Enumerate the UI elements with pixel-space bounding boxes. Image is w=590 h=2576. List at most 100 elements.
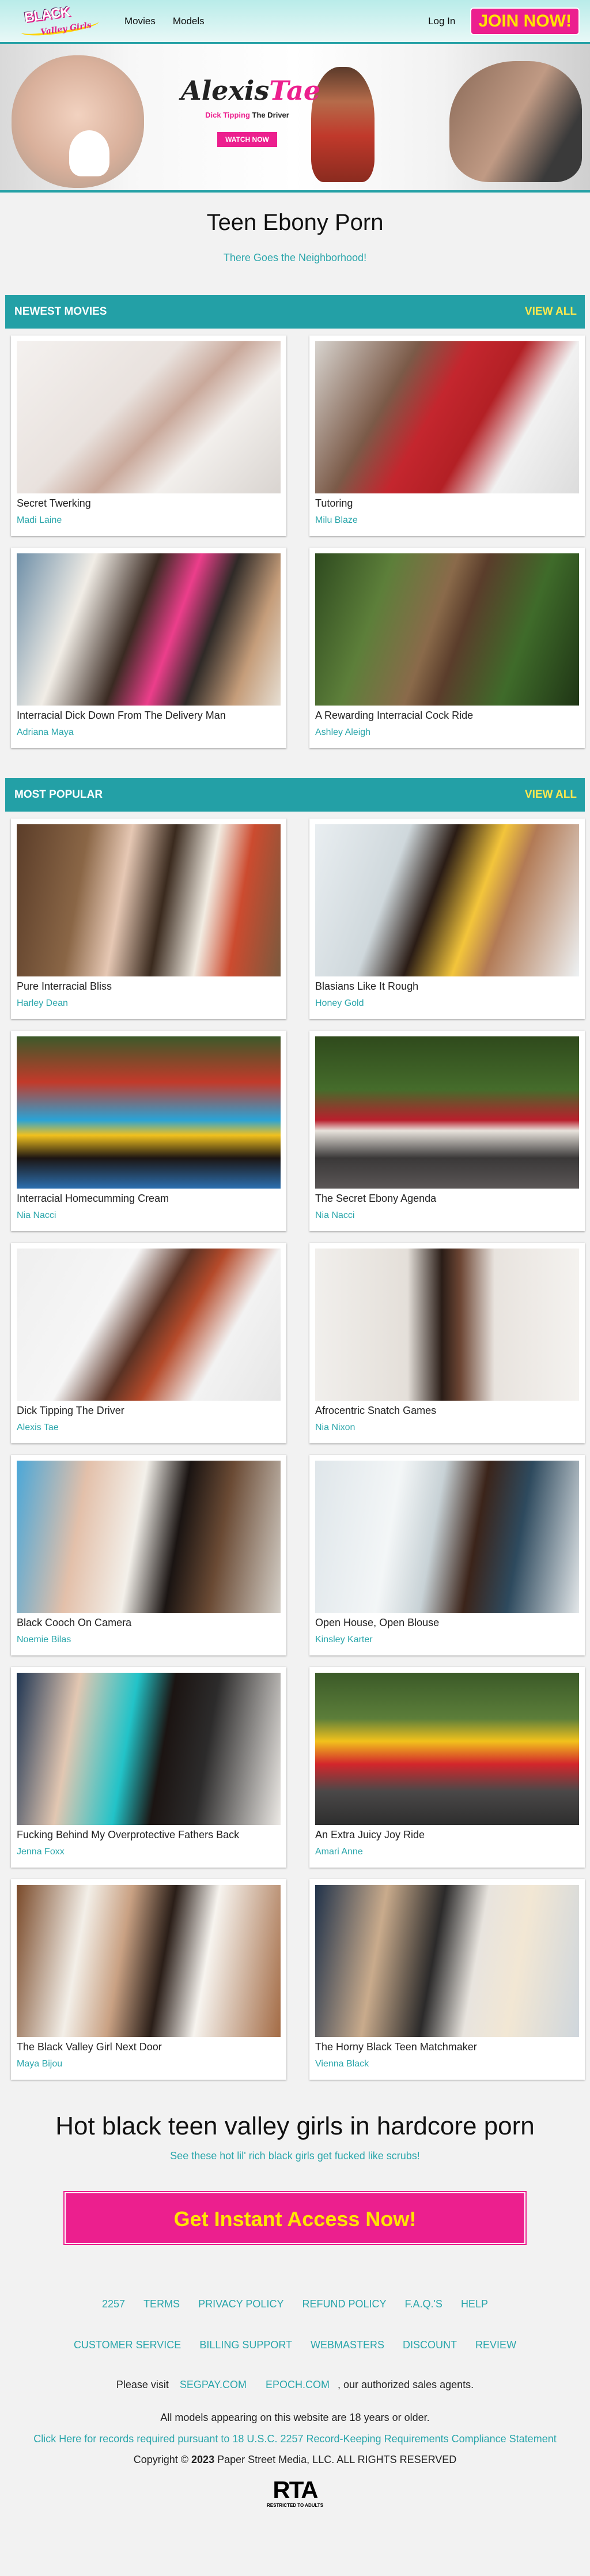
login-link[interactable]: Log In (428, 16, 455, 27)
segpay-link[interactable]: SEGPAY.COM (172, 2379, 255, 2390)
footer-link[interactable]: DISCOUNT (394, 2339, 466, 2351)
movie-card[interactable]: Afrocentric Snatch Games Nia Nixon (309, 1243, 585, 1443)
movie-thumbnail[interactable] (17, 1885, 281, 2037)
movie-thumbnail[interactable] (315, 1461, 579, 1613)
site-logo[interactable]: BLACK Valley Girls (20, 3, 101, 39)
nav-movies[interactable]: Movies (124, 16, 156, 27)
movie-card[interactable]: Black Cooch On Camera Noemie Bilas (11, 1455, 286, 1655)
footer-link[interactable]: REFUND POLICY (293, 2298, 395, 2310)
movie-model-link[interactable]: Amari Anne (315, 1847, 579, 1857)
join-now-button[interactable]: JOIN NOW! (470, 7, 580, 35)
footer-link[interactable]: CUSTOMER SERVICE (65, 2339, 190, 2351)
footer-link[interactable]: F.A.Q.'S (395, 2298, 451, 2310)
movie-model-link[interactable]: Maya Bijou (17, 2059, 281, 2069)
footer-link[interactable]: PRIVACY POLICY (189, 2298, 293, 2310)
movie-thumbnail[interactable] (17, 1036, 281, 1189)
movie-thumbnail[interactable] (17, 1673, 281, 1825)
hero-name-first: Alexis (181, 75, 270, 106)
movie-thumbnail[interactable] (17, 553, 281, 706)
footer-link[interactable]: TERMS (134, 2298, 189, 2310)
movie-model-link[interactable]: Adriana Maya (17, 727, 281, 738)
movie-card[interactable]: Dick Tipping The Driver Alexis Tae (11, 1243, 286, 1443)
most-popular-section: MOST POPULAR VIEW ALL Pure Interracial B… (5, 778, 585, 2084)
movie-title[interactable]: Interracial Homecumming Cream (17, 1192, 281, 1205)
movie-title[interactable]: Dick Tipping The Driver (17, 1404, 281, 1417)
hero-watch-now-button[interactable]: WATCH NOW (217, 132, 277, 147)
movie-card[interactable]: A Rewarding Interracial Cock Ride Ashley … (309, 548, 585, 748)
view-all-link[interactable]: VIEW ALL (525, 789, 577, 801)
copyright-year: 2023 (191, 2454, 215, 2465)
movie-title[interactable]: The Black Valley Girl Next Door (17, 2041, 281, 2053)
view-all-link[interactable]: VIEW ALL (525, 306, 577, 318)
movie-model-link[interactable]: Alexis Tae (17, 1423, 281, 1433)
movie-thumbnail[interactable] (315, 824, 579, 976)
movie-thumbnail[interactable] (315, 553, 579, 706)
movie-model-link[interactable]: Noemie Bilas (17, 1635, 281, 1645)
movie-title[interactable]: A Rewarding Interracial Cock Ride (315, 709, 579, 722)
movie-card[interactable]: Fucking Behind My Overprotective Fathers… (11, 1667, 286, 1868)
movie-card[interactable]: The Horny Black Teen Matchmaker Vienna Bl… (309, 1879, 585, 2080)
movie-card[interactable]: Interracial Dick Down From The Delivery … (11, 548, 286, 748)
movie-thumbnail[interactable] (17, 1461, 281, 1613)
movie-title[interactable]: Blasians Like It Rough (315, 980, 579, 993)
cta-subtitle: See these hot lil' rich black girls get … (170, 2150, 420, 2162)
movie-model-link[interactable]: Kinsley Karter (315, 1635, 579, 1645)
movie-thumbnail[interactable] (315, 1885, 579, 2037)
movie-model-link[interactable]: Milu Blaze (315, 515, 579, 526)
movie-card[interactable]: Blasians Like It Rough Honey Gold (309, 819, 585, 1019)
epoch-link[interactable]: EPOCH.COM (258, 2379, 338, 2390)
movie-card[interactable]: The Secret Ebony Agenda Nia Nacci (309, 1031, 585, 1231)
movie-thumbnail[interactable] (315, 1673, 579, 1825)
movie-title[interactable]: An Extra Juicy Joy Ride (315, 1828, 579, 1841)
rta-logo-subtext: RESTRICTED TO ADULTS (266, 2503, 324, 2508)
hero-banner[interactable]: AlexisTae Dick Tipping The Driver WATCH … (0, 44, 590, 193)
movie-title[interactable]: Tutoring (315, 497, 579, 510)
nav-models[interactable]: Models (173, 16, 205, 27)
movie-thumbnail[interactable] (17, 1249, 281, 1401)
movie-card[interactable]: Tutoring Milu Blaze (309, 335, 585, 536)
movie-card[interactable]: An Extra Juicy Joy Ride Amari Anne (309, 1667, 585, 1868)
movie-title[interactable]: The Secret Ebony Agenda (315, 1192, 579, 1205)
footer-links-row-1: 2257 TERMS PRIVACY POLICY REFUND POLICY F.A.… (0, 2298, 590, 2310)
movie-title[interactable]: Black Cooch On Camera (17, 1616, 281, 1629)
movie-card[interactable]: Open House, Open Blouse Kinsley Karter (309, 1455, 585, 1655)
movie-model-link[interactable]: Vienna Black (315, 2059, 579, 2069)
movie-title[interactable]: Pure Interracial Bliss (17, 980, 281, 993)
movie-title[interactable]: Open House, Open Blouse (315, 1616, 579, 1629)
movie-model-link[interactable]: Jenna Foxx (17, 1847, 281, 1857)
rta-logo-text: RTA (273, 2476, 318, 2503)
movie-model-link[interactable]: Nia Nacci (315, 1210, 579, 1221)
movie-model-link[interactable]: Ashley Aleigh (315, 727, 579, 738)
movie-card[interactable]: Pure Interracial Bliss Harley Dean (11, 819, 286, 1019)
movie-card[interactable]: Interracial Homecumming Cream Nia Nacci (11, 1031, 286, 1231)
movie-model-link[interactable]: Harley Dean (17, 998, 281, 1009)
site-footer: 2257 TERMS PRIVACY POLICY REFUND POLICY F.A.… (0, 2298, 590, 2511)
movie-thumbnail[interactable] (17, 824, 281, 976)
footer-link[interactable]: 2257 (93, 2298, 134, 2310)
movie-card[interactable]: The Black Valley Girl Next Door Maya Bijo… (11, 1879, 286, 2080)
footer-link[interactable]: HELP (452, 2298, 497, 2310)
movie-title[interactable]: The Horny Black Teen Matchmaker (315, 2041, 579, 2053)
hero-tagline: Dick Tipping The Driver (181, 111, 313, 119)
movie-title[interactable]: Secret Twerking (17, 497, 281, 510)
records-2257-link[interactable]: Click Here for records required pursuant… (18, 2430, 572, 2448)
movie-card[interactable]: Secret Twerking Madi Laine (11, 335, 286, 536)
get-instant-access-button[interactable]: Get Instant Access Now! (65, 2192, 525, 2244)
hero-tag-pink: Dick Tipping (205, 111, 250, 119)
movie-title[interactable]: Interracial Dick Down From The Delivery … (17, 709, 281, 722)
movie-thumbnail[interactable] (315, 1249, 579, 1401)
footer-link[interactable]: BILLING SUPPORT (190, 2339, 301, 2351)
movie-model-link[interactable]: Nia Nixon (315, 1423, 579, 1433)
movie-thumbnail[interactable] (315, 341, 579, 493)
movie-thumbnail[interactable] (315, 1036, 579, 1189)
movie-title[interactable]: Afrocentric Snatch Games (315, 1404, 579, 1417)
visit-prefix: Please visit (116, 2379, 169, 2390)
movie-model-link[interactable]: Honey Gold (315, 998, 579, 1009)
footer-link[interactable]: REVIEW (466, 2339, 525, 2351)
movie-thumbnail[interactable] (17, 341, 281, 493)
movie-model-link[interactable]: Nia Nacci (17, 1210, 281, 1221)
movie-model-link[interactable]: Madi Laine (17, 515, 281, 526)
footer-link[interactable]: WEBMASTERS (301, 2339, 394, 2351)
rta-logo[interactable]: RTA RESTRICTED TO ADULTS (260, 2477, 330, 2511)
movie-title[interactable]: Fucking Behind My Overprotective Fathers… (17, 1828, 281, 1841)
